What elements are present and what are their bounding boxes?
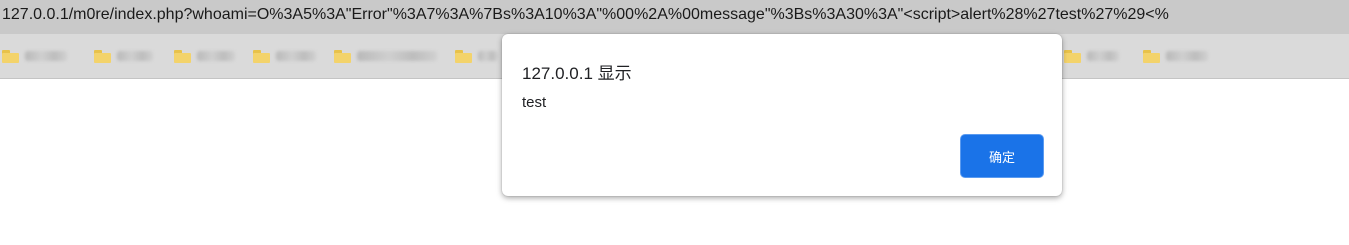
- bookmark-label-blurred: [117, 51, 153, 61]
- folder-icon: [1143, 49, 1160, 63]
- alert-dialog: 127.0.0.1 显示 test 确定: [502, 34, 1062, 196]
- bookmark-folder[interactable]: [253, 46, 316, 66]
- url-text[interactable]: 127.0.0.1/m0re/index.php?whoami=O%3A5%3A…: [2, 6, 1169, 24]
- bookmark-folder[interactable]: [1064, 46, 1119, 66]
- dialog-title: 127.0.0.1 显示: [522, 64, 632, 83]
- bookmark-label-blurred: [197, 51, 235, 61]
- ok-button[interactable]: 确定: [961, 135, 1043, 177]
- bookmark-folder[interactable]: [334, 46, 437, 66]
- bookmark-folder[interactable]: [94, 46, 153, 66]
- bookmark-label-blurred: [478, 51, 498, 61]
- bookmark-label-blurred: [25, 51, 67, 61]
- folder-icon: [1064, 49, 1081, 63]
- folder-icon: [174, 49, 191, 63]
- bookmark-label-blurred: [276, 51, 316, 61]
- folder-icon: [334, 49, 351, 63]
- bookmark-folder[interactable]: [174, 46, 235, 66]
- bookmark-label-blurred: [1087, 51, 1119, 61]
- bookmark-folder[interactable]: [1143, 46, 1208, 66]
- folder-icon: [2, 49, 19, 63]
- folder-icon: [455, 49, 472, 63]
- bookmark-label-blurred: [1166, 51, 1208, 61]
- folder-icon: [253, 49, 270, 63]
- bookmark-folder[interactable]: [2, 46, 67, 66]
- dialog-message: test: [522, 94, 547, 111]
- bookmark-folder[interactable]: [455, 46, 498, 66]
- folder-icon: [94, 49, 111, 63]
- bookmark-label-blurred: [357, 51, 437, 61]
- address-bar[interactable]: 127.0.0.1/m0re/index.php?whoami=O%3A5%3A…: [0, 0, 1349, 34]
